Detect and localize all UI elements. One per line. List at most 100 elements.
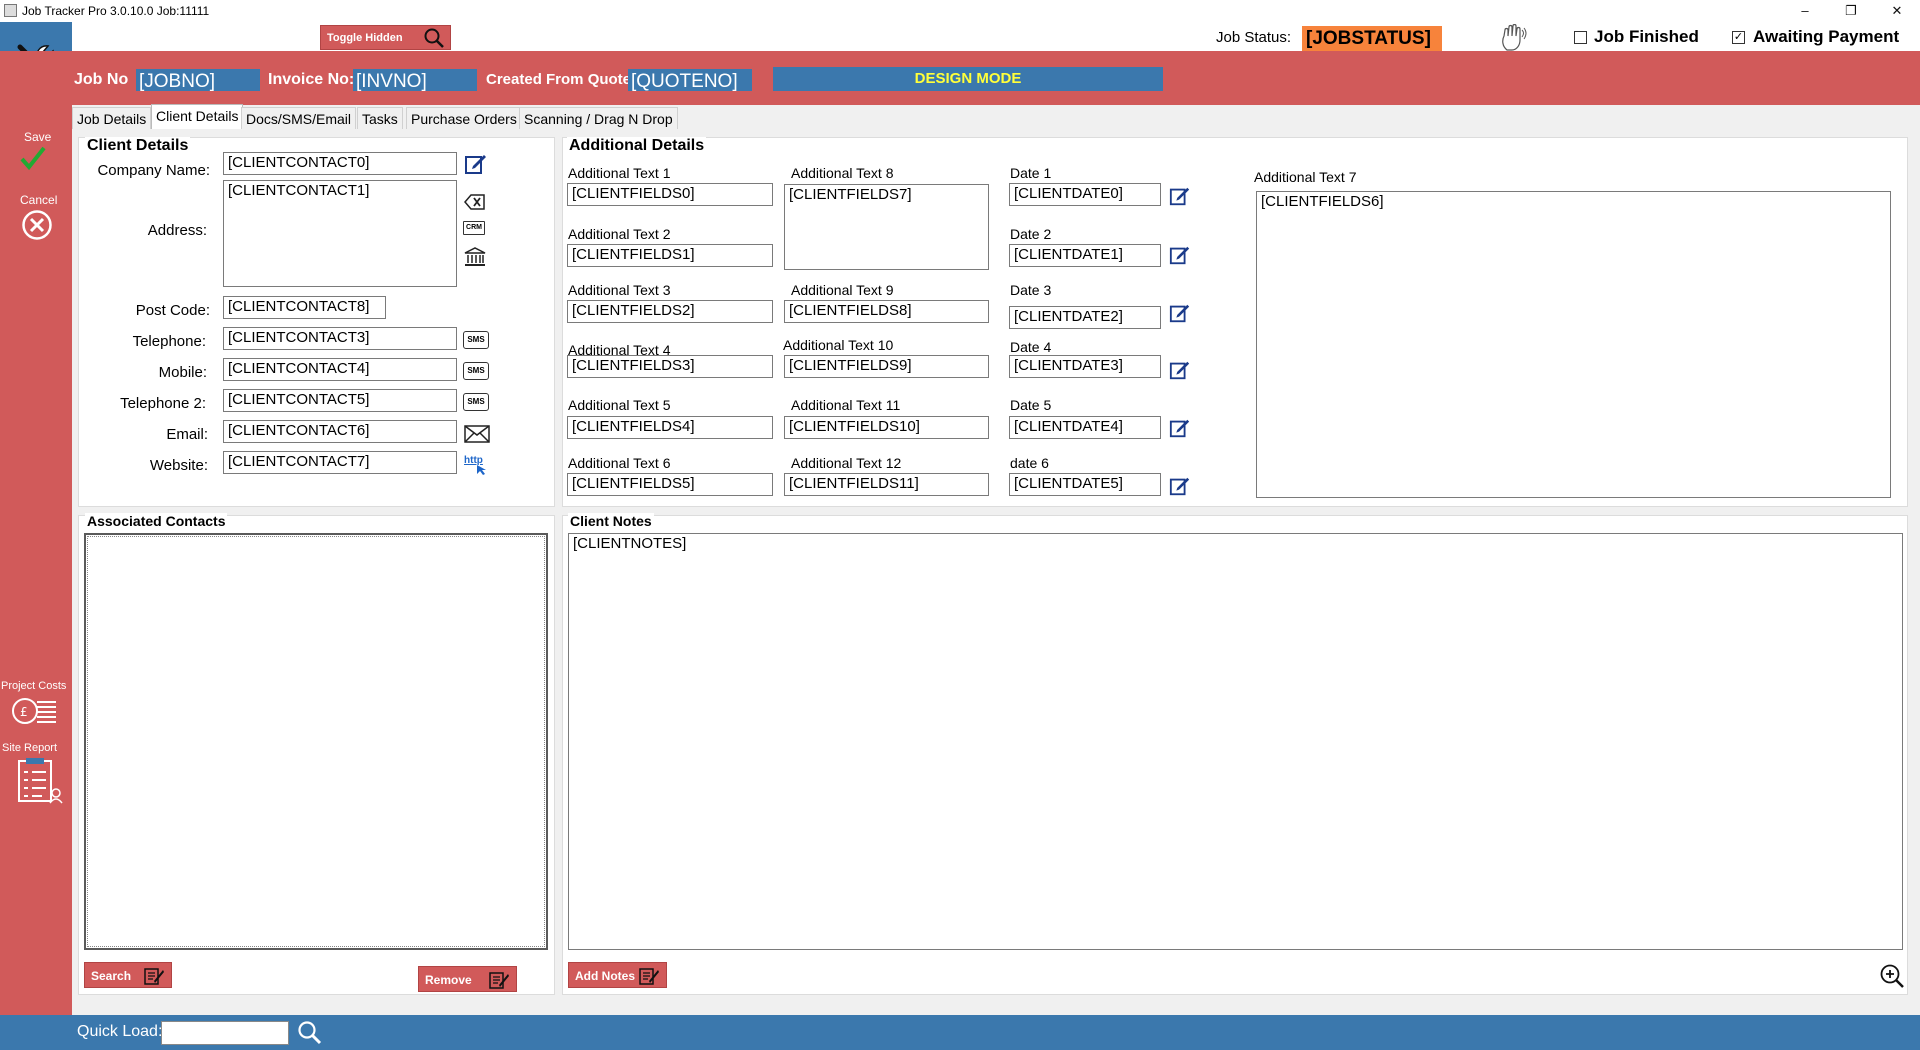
- date-1-edit-icon[interactable]: [1169, 185, 1191, 207]
- date-5-field[interactable]: [CLIENTDATE4]: [1009, 416, 1161, 439]
- website-link-icon[interactable]: http: [464, 455, 490, 475]
- client-notes-title: Client Notes: [568, 513, 654, 529]
- checkmark-icon: [20, 146, 46, 170]
- additional-text-3-field[interactable]: [CLIENTFIELDS2]: [567, 300, 773, 323]
- report-clipboard-icon: [18, 758, 63, 804]
- additional-text-6-label: Additional Text 6: [568, 455, 671, 471]
- additional-text-12-field[interactable]: [CLIENTFIELDS11]: [784, 473, 989, 496]
- remove-contact-label: Remove: [425, 973, 472, 987]
- associated-contacts-list[interactable]: [84, 533, 548, 950]
- quote-value[interactable]: [QUOTENO]: [628, 69, 752, 92]
- coins-icon: £: [12, 698, 56, 724]
- additional-text-4-field[interactable]: [CLIENTFIELDS3]: [567, 355, 773, 378]
- address-field[interactable]: [CLIENTCONTACT1]: [223, 180, 457, 287]
- post-code-field[interactable]: [CLIENTCONTACT8]: [223, 296, 386, 319]
- additional-text-1-label: Additional Text 1: [568, 165, 671, 181]
- save-button[interactable]: Save: [0, 130, 72, 185]
- awaiting-payment-checkbox[interactable]: ✓: [1732, 31, 1745, 44]
- app-window: Job Tracker Pro 3.0.10.0 Job:11111 – ❐ ✕…: [0, 0, 1920, 1050]
- additional-text-9-field[interactable]: [CLIENTFIELDS8]: [784, 300, 989, 323]
- additional-text-8-field[interactable]: [CLIENTFIELDS7]: [784, 184, 989, 270]
- project-costs-button[interactable]: Project Costs £: [0, 680, 72, 735]
- additional-text-5-field[interactable]: [CLIENTFIELDS4]: [567, 416, 773, 439]
- search-contacts-button[interactable]: Search: [84, 962, 172, 988]
- zoom-in-icon[interactable]: [1879, 963, 1905, 989]
- client-notes-field[interactable]: [CLIENTNOTES]: [568, 533, 1903, 950]
- envelope-icon[interactable]: [464, 425, 490, 443]
- edit-icon[interactable]: [464, 152, 488, 176]
- additional-text-2-field[interactable]: [CLIENTFIELDS1]: [567, 244, 773, 267]
- tab-job-details[interactable]: Job Details: [72, 107, 152, 129]
- date-4-edit-icon[interactable]: [1169, 359, 1191, 381]
- tab-purchase-orders[interactable]: Purchase Orders: [406, 107, 522, 129]
- toggle-hidden-button[interactable]: Toggle Hidden: [320, 25, 451, 50]
- cancel-button[interactable]: Cancel: [0, 193, 72, 253]
- bank-icon[interactable]: [464, 247, 486, 267]
- quick-load-search-icon[interactable]: [297, 1020, 323, 1046]
- job-status-label: Job Status:: [1216, 29, 1292, 46]
- date-5-edit-icon[interactable]: [1169, 417, 1191, 439]
- search-icon: [424, 28, 444, 48]
- quick-load-input[interactable]: [161, 1021, 289, 1045]
- date-6-field[interactable]: [CLIENTDATE5]: [1009, 473, 1161, 496]
- additional-text-11-label: Additional Text 11: [791, 397, 901, 413]
- tab-client-details[interactable]: Client Details: [151, 104, 244, 130]
- site-report-button[interactable]: Site Report: [0, 742, 72, 817]
- remove-contact-button[interactable]: Remove: [418, 966, 517, 992]
- add-notes-button[interactable]: Add Notes: [568, 962, 667, 988]
- job-finished-checkbox[interactable]: [1574, 31, 1587, 44]
- search-contacts-label: Search: [91, 969, 132, 983]
- date-4-field[interactable]: [CLIENTDATE3]: [1009, 355, 1161, 378]
- date-4-label: Date 4: [1010, 339, 1052, 355]
- mobile-field[interactable]: [CLIENTCONTACT4]: [223, 358, 457, 381]
- additional-text-7-label: Additional Text 7: [1254, 169, 1357, 185]
- company-name-field[interactable]: [CLIENTCONTACT0]: [223, 152, 457, 175]
- minimize-button[interactable]: –: [1782, 0, 1828, 22]
- left-sidebar: Save Cancel Project Costs £ Site Report: [0, 105, 72, 1015]
- save-label: Save: [24, 130, 52, 144]
- date-3-field[interactable]: [CLIENTDATE2]: [1009, 306, 1161, 329]
- additional-text-11-field[interactable]: [CLIENTFIELDS10]: [784, 416, 989, 439]
- clear-icon[interactable]: [464, 193, 486, 211]
- tab-scanning[interactable]: Scanning / Drag N Drop: [519, 107, 678, 129]
- associated-contacts-title: Associated Contacts: [85, 513, 228, 529]
- cursor-arrow-icon: [477, 465, 486, 475]
- company-name-label: Company Name:: [97, 162, 210, 179]
- add-notes-label: Add Notes: [575, 969, 635, 983]
- sms-mobile-icon[interactable]: SMS: [463, 362, 489, 380]
- additional-text-7-field[interactable]: [CLIENTFIELDS6]: [1256, 191, 1891, 498]
- job-status-value[interactable]: [JOBSTATUS]: [1302, 26, 1442, 52]
- tab-tasks[interactable]: Tasks: [357, 107, 403, 129]
- date-3-edit-icon[interactable]: [1169, 302, 1191, 324]
- quote-label: Created From Quote:: [486, 71, 637, 88]
- invoice-no-value[interactable]: [INVNO]: [353, 69, 477, 92]
- sms-telephone-icon[interactable]: SMS: [463, 331, 489, 349]
- website-field[interactable]: [CLIENTCONTACT7]: [223, 451, 457, 474]
- address-label: Address:: [147, 222, 207, 239]
- job-no-value[interactable]: [JOBNO]: [136, 69, 260, 92]
- bottom-bar: Quick Load:: [0, 1015, 1920, 1050]
- sms-telephone2-icon[interactable]: SMS: [463, 393, 489, 411]
- restore-button[interactable]: ❐: [1828, 0, 1874, 22]
- crm-icon[interactable]: CRM: [463, 221, 485, 235]
- date-5-label: Date 5: [1010, 397, 1052, 413]
- notepad-pen-icon: [144, 968, 164, 985]
- tab-docs-sms-email[interactable]: Docs/SMS/Email: [241, 107, 357, 129]
- additional-text-12-label: Additional Text 12: [791, 455, 902, 471]
- date-2-field[interactable]: [CLIENTDATE1]: [1009, 244, 1161, 267]
- date-6-edit-icon[interactable]: [1169, 475, 1191, 497]
- close-button[interactable]: ✕: [1874, 0, 1920, 22]
- date-3-label: Date 3: [1010, 282, 1052, 298]
- additional-text-1-field[interactable]: [CLIENTFIELDS0]: [567, 183, 773, 206]
- date-2-edit-icon[interactable]: [1169, 244, 1191, 266]
- email-field[interactable]: [CLIENTCONTACT6]: [223, 420, 457, 443]
- notepad-pen-icon: [489, 972, 509, 989]
- additional-text-6-field[interactable]: [CLIENTFIELDS5]: [567, 473, 773, 496]
- date-1-field[interactable]: [CLIENTDATE0]: [1009, 183, 1161, 206]
- telephone2-field[interactable]: [CLIENTCONTACT5]: [223, 389, 457, 412]
- project-costs-label: Project Costs: [1, 680, 67, 692]
- additional-text-10-field[interactable]: [CLIENTFIELDS9]: [784, 355, 989, 378]
- hand-wave-icon[interactable]: [1498, 24, 1528, 52]
- website-label: Website:: [149, 457, 208, 474]
- telephone-field[interactable]: [CLIENTCONTACT3]: [223, 327, 457, 350]
